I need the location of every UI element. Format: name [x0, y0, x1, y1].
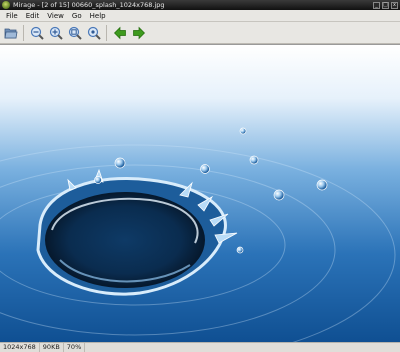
minimize-button[interactable]: _: [373, 1, 380, 9]
menubar: File Edit View Go Help: [0, 10, 400, 22]
menu-view[interactable]: View: [47, 12, 64, 20]
statusbar: 1024x768 90KB 70%: [0, 342, 400, 352]
menu-edit[interactable]: Edit: [26, 12, 40, 20]
mirage-app-icon: [2, 1, 10, 9]
image-dimensions: 1024x768: [0, 343, 40, 352]
next-image-button[interactable]: [131, 25, 147, 41]
window-titlebar: Mirage - [2 of 15] 00660_splash_1024x768…: [0, 0, 400, 10]
previous-arrow-icon: [114, 26, 126, 39]
menu-go[interactable]: Go: [72, 12, 82, 20]
zoom-fit-icon: [68, 26, 82, 40]
open-folder-icon: [4, 28, 18, 38]
next-arrow-icon: [133, 26, 145, 39]
window-controls: _ □ x: [373, 1, 398, 9]
toolbar: [0, 22, 400, 44]
zoom-100-icon: [87, 26, 101, 40]
zoom-100-button[interactable]: [86, 25, 102, 41]
menu-help[interactable]: Help: [90, 12, 106, 20]
file-size: 90KB: [40, 343, 64, 352]
open-button[interactable]: [3, 25, 19, 41]
zoom-fit-button[interactable]: [67, 25, 83, 41]
menu-file[interactable]: File: [6, 12, 18, 20]
zoom-out-button[interactable]: [29, 25, 45, 41]
toolbar-separator: [23, 24, 24, 41]
maximize-button[interactable]: □: [382, 1, 389, 9]
zoom-in-icon: [49, 26, 63, 40]
zoom-level: 70%: [64, 343, 86, 352]
image-viewer[interactable]: [0, 44, 400, 343]
window-title: Mirage - [2 of 15] 00660_splash_1024x768…: [13, 1, 165, 9]
toolbar-separator: [106, 24, 107, 41]
zoom-in-button[interactable]: [48, 25, 64, 41]
previous-image-button[interactable]: [112, 25, 128, 41]
zoom-out-icon: [30, 26, 44, 40]
close-button[interactable]: x: [391, 1, 398, 9]
water-splash-image: [0, 45, 400, 343]
